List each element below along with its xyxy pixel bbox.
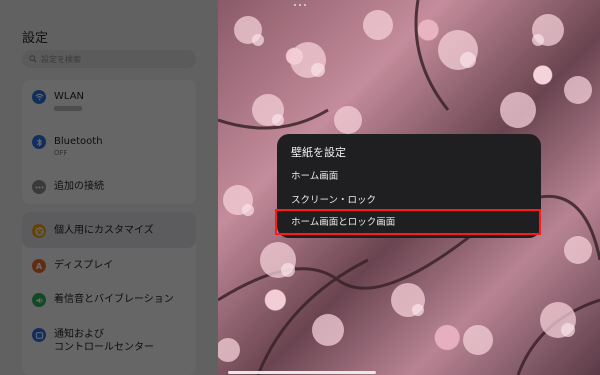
settings-panel: 設定 設定を検索 WLAN Bluetooth OFF 追加の接続 個人用にカス… (0, 0, 218, 375)
sidebar-item-display[interactable]: A ディスプレイ (32, 259, 113, 273)
sidebar-item-label: 通知および (54, 329, 104, 340)
settings-title: 設定 (22, 31, 49, 46)
sidebar-item-notifications[interactable]: 通知および コントロールセンター (32, 328, 154, 354)
sidebar-item-label: ディスプレイ (54, 260, 114, 271)
sidebar-item-bluetooth[interactable]: Bluetooth OFF (32, 135, 103, 158)
menu-item-lock-screen[interactable]: スクリーン・ロック (291, 192, 376, 206)
search-input[interactable]: 設定を検索 (22, 50, 196, 68)
sound-icon (32, 293, 46, 307)
sidebar-item-label: Bluetooth (54, 136, 103, 147)
sidebar-item-label: 個人用にカスタマイズ (54, 225, 154, 236)
notification-icon (32, 328, 46, 342)
multitask-handle[interactable] (294, 4, 306, 6)
sidebar-item-label: 追加の接続 (54, 181, 104, 192)
sidebar-item-label: WLAN (54, 91, 85, 102)
highlight-box (275, 209, 541, 235)
network-name-blurred (54, 106, 82, 111)
search-icon (25, 50, 41, 68)
connections-card: WLAN Bluetooth OFF 追加の接続 (22, 80, 196, 204)
search-placeholder: 設定を検索 (41, 54, 81, 64)
sidebar-item-personalize[interactable]: 個人用にカスタマイズ (32, 224, 154, 238)
menu-title: 壁紙を設定 (291, 146, 346, 159)
sidebar-item-wlan[interactable]: WLAN (32, 90, 84, 111)
wifi-icon (32, 90, 46, 104)
bluetooth-icon (32, 135, 46, 149)
sidebar-item-sound[interactable]: 着信音とバイブレーション (32, 293, 174, 307)
menu-item-home-screen[interactable]: ホーム画面 (291, 168, 338, 182)
display-icon: A (32, 259, 46, 273)
more-dots-icon (32, 180, 46, 194)
home-indicator[interactable] (228, 371, 376, 374)
sidebar-item-label-line2: コントロールセンター (54, 342, 154, 353)
sidebar-item-label: 着信音とバイブレーション (54, 294, 174, 305)
bluetooth-status: OFF (54, 149, 68, 157)
palette-icon (32, 224, 46, 238)
sidebar-item-more-connections[interactable]: 追加の接続 (32, 180, 104, 194)
